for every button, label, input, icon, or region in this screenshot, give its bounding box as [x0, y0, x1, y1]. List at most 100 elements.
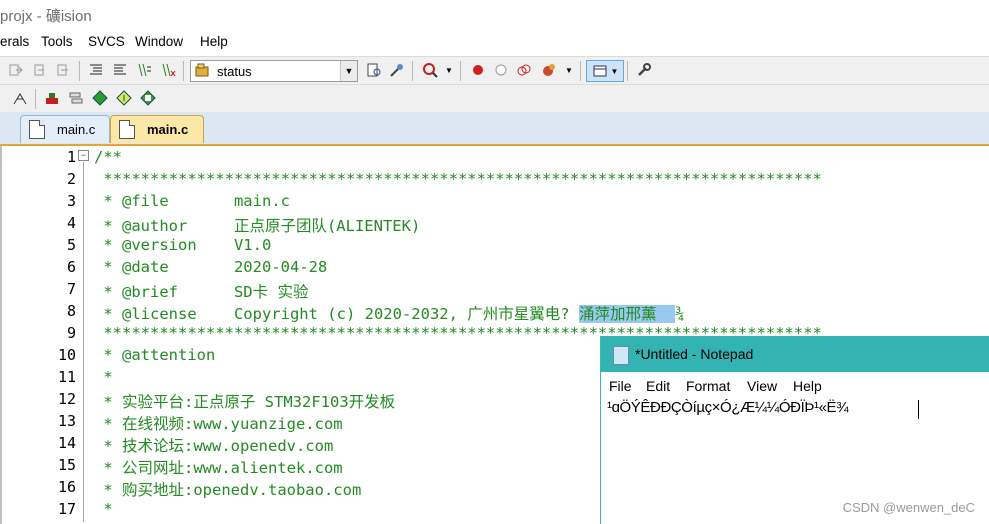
menu-window[interactable]: Window [135, 34, 183, 49]
target-select[interactable]: status ▼ [190, 60, 358, 82]
selected-text: 涌萍加邢薰 [578, 305, 676, 323]
line-number: 8 [66, 302, 76, 320]
uncomment-icon[interactable] [160, 62, 176, 78]
window-title: projx - 礦ision [0, 8, 92, 25]
code-line: * @version V1.0 [94, 236, 272, 254]
download-icon[interactable] [92, 90, 108, 106]
unindent-icon[interactable] [112, 62, 128, 78]
code-line: * @license Copyright (c) 2020-2032, 广州市星… [94, 305, 685, 323]
code-line: * @brief SD卡 实验 [94, 283, 309, 301]
toolbar-grip [0, 90, 8, 106]
toolbar-separator [580, 61, 581, 81]
debug-settings-icon[interactable] [541, 62, 557, 78]
toolbar-separator [35, 89, 36, 109]
toolbar-separator [460, 61, 461, 81]
kill-breakpoints-icon[interactable] [516, 62, 532, 78]
line-number: 1 [66, 148, 76, 166]
toolbar-separator [627, 61, 628, 81]
code-line: * @author 正点原子团队(ALIENTEK) [94, 217, 421, 235]
code-line: * 公司网址:www.alientek.com [94, 459, 343, 477]
menu-svcs[interactable]: SVCS [88, 34, 125, 49]
rebuild-icon[interactable] [68, 90, 84, 106]
notepad-menu-format[interactable]: Format [686, 378, 730, 394]
disable-breakpoint-icon[interactable] [493, 62, 509, 78]
line-number: 16 [57, 478, 76, 496]
prev-bookmark-icon[interactable] [32, 62, 48, 78]
notepad-text-area[interactable]: ¹ɑÖÝÊÐÐÇÒíµç×Ó¿Æ¼¼ÓÐÏÞ¹«Ë¾ [607, 399, 849, 416]
window-layout-button[interactable]: ▼ [586, 60, 624, 82]
file-icon [119, 120, 135, 139]
tab-label: main.c [147, 122, 189, 137]
packs-icon[interactable] [140, 90, 156, 106]
window-titlebar: projx - 礦ision [0, 0, 989, 30]
notepad-menu-view[interactable]: View [747, 378, 777, 394]
breakpoint-icon[interactable] [470, 62, 486, 78]
debug-search-icon[interactable] [422, 62, 438, 78]
code-line: * @date 2020-04-28 [94, 258, 328, 276]
notepad-titlebar[interactable]: *Untitled - Notepad [601, 336, 989, 372]
toolbar-separator [183, 61, 184, 81]
notepad-menu-bar: File Edit Format View Help [601, 374, 989, 396]
code-line: * [94, 368, 113, 386]
chevron-down-icon[interactable]: ▼ [561, 62, 577, 78]
code-line: * @file main.c [94, 192, 290, 210]
menu-help[interactable]: Help [200, 34, 228, 49]
chevron-down-icon[interactable]: ▼ [441, 62, 457, 78]
code-line: * 在线视频:www.yuanzige.com [94, 415, 343, 433]
code-line: * 技术论坛:www.openedv.com [94, 437, 334, 455]
comment-icon[interactable] [136, 62, 152, 78]
code-line: ****************************************… [94, 170, 822, 188]
menu-peripherals[interactable]: erals [0, 34, 29, 49]
indent-icon[interactable] [88, 62, 104, 78]
find-in-files-icon[interactable] [366, 62, 382, 78]
text-caret [918, 400, 919, 419]
fold-toggle-icon[interactable]: − [78, 150, 89, 161]
line-number: 2 [66, 170, 76, 188]
line-number: 3 [66, 192, 76, 210]
chevron-down-icon[interactable]: ▼ [340, 61, 357, 81]
build-toolbar: status ▼ ▼ ▼ ▼ [0, 56, 989, 85]
toolbar-separator [79, 61, 80, 81]
line-number: 10 [57, 346, 76, 364]
bookmark-icon[interactable] [8, 62, 24, 78]
configure-icon[interactable] [389, 62, 405, 78]
code-line: * @attention [94, 346, 216, 364]
wrench-icon[interactable] [636, 62, 652, 78]
line-number: 13 [57, 412, 76, 430]
tab-main-c-inactive[interactable]: main.c [20, 115, 110, 143]
line-number: 7 [66, 280, 76, 298]
line-number: 6 [66, 258, 76, 276]
notepad-menu-help[interactable]: Help [793, 378, 822, 394]
tab-main-c-active[interactable]: main.c [110, 115, 204, 143]
code-line: * [94, 500, 113, 518]
code-line: /** [94, 148, 122, 166]
code-line: * 购买地址:openedv.taobao.com [94, 481, 362, 499]
next-bookmark-icon[interactable] [55, 62, 71, 78]
line-number: 15 [57, 456, 76, 474]
fold-line [83, 162, 84, 522]
notepad-title: *Untitled - Notepad [635, 346, 754, 362]
notepad-menu-file[interactable]: File [609, 378, 632, 394]
code-line: * 实验平台:正点原子 STM32F103开发板 [94, 393, 396, 411]
project-toolbar [0, 84, 989, 113]
watermark: CSDN @wenwen_deC [842, 500, 975, 515]
line-number: 11 [57, 368, 76, 386]
notepad-icon [613, 346, 629, 365]
menu-tools[interactable]: Tools [41, 34, 73, 49]
notepad-window[interactable]: *Untitled - Notepad File Edit Format Vie… [600, 336, 989, 524]
line-number: 5 [66, 236, 76, 254]
editor-tabs: main.c main.c [0, 112, 989, 146]
tab-label: main.c [57, 122, 96, 137]
translate-icon[interactable] [12, 90, 28, 106]
line-number: 12 [57, 390, 76, 408]
build-icon[interactable] [44, 90, 60, 106]
download-diamond-icon[interactable] [116, 90, 132, 106]
line-number: 9 [66, 324, 76, 342]
file-icon [29, 120, 45, 139]
line-number: 4 [66, 214, 76, 232]
target-icon [195, 63, 209, 77]
toolbar-separator [412, 61, 413, 81]
notepad-menu-edit[interactable]: Edit [646, 378, 670, 394]
target-select-value: status [217, 64, 252, 79]
line-number: 14 [57, 434, 76, 452]
